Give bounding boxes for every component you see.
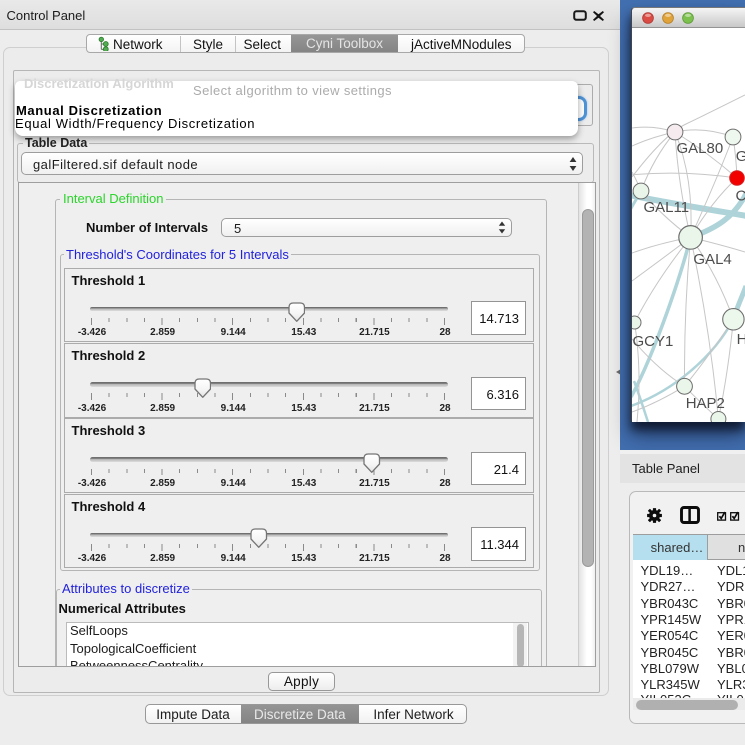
svg-text:C: C (736, 188, 745, 205)
svg-text:GAL11: GAL11 (644, 199, 690, 216)
svg-text:GAL4: GAL4 (693, 251, 731, 268)
svg-text:H: H (737, 331, 745, 348)
svg-text:GAL80: GAL80 (677, 140, 724, 157)
svg-text:GCY1: GCY1 (633, 333, 674, 350)
svg-text:HAP2: HAP2 (686, 395, 725, 412)
svg-text:GA: GA (736, 148, 745, 165)
